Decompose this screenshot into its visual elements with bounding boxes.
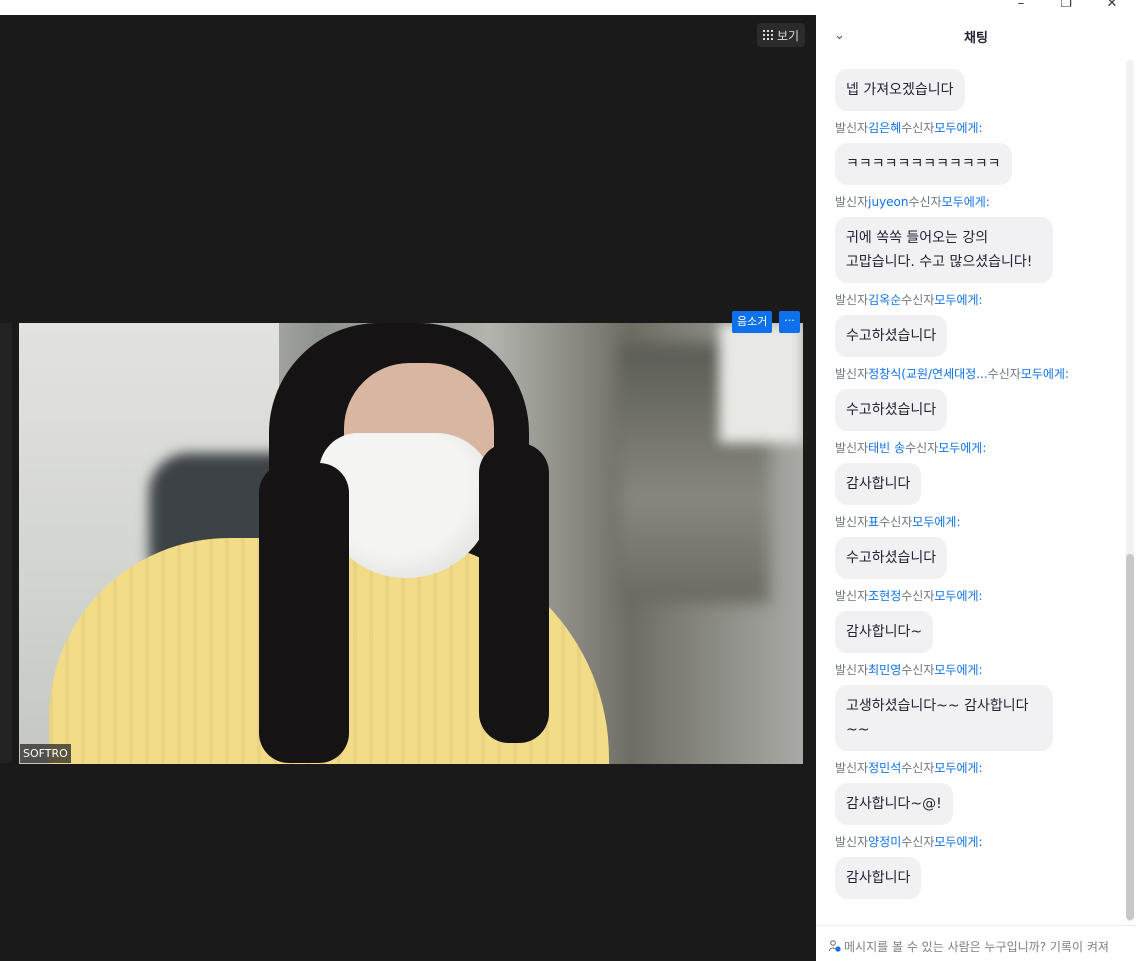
- close-window-button[interactable]: ✕: [1097, 0, 1127, 14]
- participant-hair-side: [479, 443, 549, 743]
- to-label: 수신자: [901, 761, 935, 775]
- to-label: 수신자: [901, 589, 935, 603]
- chat-panel: ⌄ 채팅 넵 가져오겠습니다 발신자김은혜수신자모두에게: ㅋㅋㅋㅋㅋㅋㅋㅋㅋㅋㅋ…: [816, 15, 1136, 961]
- sender-name[interactable]: 김옥순: [868, 293, 901, 307]
- from-label: 발신자: [835, 293, 869, 307]
- chat-message-meta: 발신자김은혜수신자모두에게:: [835, 121, 1122, 135]
- adjacent-video-edge: [0, 323, 12, 763]
- title-bar: – ❐ ✕: [0, 0, 1136, 15]
- chat-footer: 메시지를 볼 수 있는 사람은 누구입니까? 기록이 켜져: [816, 925, 1136, 961]
- recipient-name[interactable]: 모두에게:: [938, 441, 986, 455]
- recipient-name[interactable]: 모두에게:: [934, 761, 982, 775]
- chat-message-bubble: 감사합니다: [835, 463, 922, 505]
- chat-message-meta: 발신자태빈 송수신자모두에게:: [835, 441, 1122, 455]
- recipient-name[interactable]: 모두에게:: [934, 835, 982, 849]
- chat-message-bubble: 고생하셨습니다~~ 감사합니다~~: [835, 685, 1053, 751]
- chat-header: ⌄ 채팅: [816, 15, 1136, 59]
- from-label: 발신자: [835, 515, 869, 529]
- view-button-label: 보기: [777, 28, 800, 43]
- video-area: 보기 SOFTRO: [0, 15, 816, 961]
- recipient-name[interactable]: 모두에게:: [934, 121, 982, 135]
- video-background-window: [719, 323, 803, 443]
- minimize-button[interactable]: –: [1006, 0, 1036, 14]
- chat-message-meta: 발신자김옥순수신자모두에게:: [835, 293, 1122, 307]
- sender-name[interactable]: 정창식(교원/연세대정...: [868, 367, 988, 381]
- sender-name[interactable]: 최민영: [868, 663, 901, 677]
- chat-message-meta: 발신자정민석수신자모두에게:: [835, 761, 1122, 775]
- chat-message-meta: 발신자표수신자모두에게:: [835, 515, 1122, 529]
- people-icon: [829, 940, 841, 952]
- mute-participant-button[interactable]: 음소거: [732, 311, 773, 333]
- recipient-name[interactable]: 모두에게:: [1021, 367, 1069, 381]
- view-button[interactable]: 보기: [757, 23, 806, 47]
- chat-message-meta: 발신자정창식(교원/연세대정...수신자모두에게:: [835, 367, 1122, 381]
- chat-title: 채팅: [964, 31, 988, 46]
- from-label: 발신자: [835, 121, 869, 135]
- sender-name[interactable]: 김은혜: [868, 121, 901, 135]
- chat-message-bubble: 귀에 쏙쏙 들어오는 강의 고맙습니다. 수고 많으셨습니다!: [835, 217, 1053, 283]
- sender-name[interactable]: 양정미: [868, 835, 901, 849]
- to-label: 수신자: [901, 293, 935, 307]
- from-label: 발신자: [835, 663, 869, 677]
- chat-message-meta: 발신자juyeon수신자모두에게:: [835, 195, 1122, 209]
- to-label: 수신자: [901, 663, 935, 677]
- chat-scrollbar[interactable]: [1126, 60, 1134, 922]
- participant-name-tag: SOFTRO: [20, 744, 71, 763]
- participant-video-tile[interactable]: [19, 323, 803, 764]
- chat-message-bubble: 수고하셨습니다: [835, 389, 948, 431]
- chat-message-meta: 발신자조현정수신자모두에게:: [835, 589, 1122, 603]
- chat-message-bubble: 넵 가져오겠습니다: [835, 69, 965, 111]
- chat-message-bubble: 감사합니다: [835, 857, 922, 899]
- sender-name[interactable]: 표: [868, 515, 879, 529]
- to-label: 수신자: [908, 195, 942, 209]
- to-label: 수신자: [901, 121, 935, 135]
- from-label: 발신자: [835, 835, 869, 849]
- sender-name[interactable]: 조현정: [868, 589, 901, 603]
- sender-name[interactable]: 정민석: [868, 761, 901, 775]
- restore-button[interactable]: ❐: [1051, 0, 1081, 14]
- recipient-name[interactable]: 모두에게:: [934, 293, 982, 307]
- chat-message-bubble: 감사합니다~@!: [835, 783, 953, 825]
- to-label: 수신자: [987, 367, 1021, 381]
- chat-scrollbar-thumb[interactable]: [1126, 554, 1134, 920]
- chat-message-bubble: ㅋㅋㅋㅋㅋㅋㅋㅋㅋㅋㅋㅋ: [835, 143, 1012, 185]
- sender-name[interactable]: 태빈 송: [868, 441, 905, 455]
- recipient-name[interactable]: 모두에게:: [934, 589, 982, 603]
- sender-name[interactable]: juyeon: [868, 195, 908, 209]
- grid-view-icon: [763, 30, 773, 40]
- to-label: 수신자: [879, 515, 913, 529]
- from-label: 발신자: [835, 761, 869, 775]
- from-label: 발신자: [835, 589, 869, 603]
- recipient-name[interactable]: 모두에게:: [934, 663, 982, 677]
- chat-message-meta: 발신자양정미수신자모두에게:: [835, 835, 1122, 849]
- chat-message-bubble: 수고하셨습니다: [835, 315, 948, 357]
- from-label: 발신자: [835, 195, 869, 209]
- to-label: 수신자: [905, 441, 939, 455]
- chat-message-bubble: 감사합니다~: [835, 611, 934, 653]
- chat-message-list[interactable]: 넵 가져오겠습니다 발신자김은혜수신자모두에게: ㅋㅋㅋㅋㅋㅋㅋㅋㅋㅋㅋㅋ 발신자j…: [816, 63, 1122, 929]
- participant-hair-front: [259, 463, 349, 763]
- recipient-name[interactable]: 모두에게:: [912, 515, 960, 529]
- chat-message-meta: 발신자최민영수신자모두에게:: [835, 663, 1122, 677]
- from-label: 발신자: [835, 367, 869, 381]
- chat-visibility-notice[interactable]: 메시지를 볼 수 있는 사람은 누구입니까? 기록이 켜져: [844, 938, 1109, 955]
- recipient-name[interactable]: 모두에게:: [942, 195, 990, 209]
- to-label: 수신자: [901, 835, 935, 849]
- more-options-button[interactable]: ···: [779, 311, 800, 333]
- chat-message-bubble: 수고하셨습니다: [835, 537, 948, 579]
- from-label: 발신자: [835, 441, 869, 455]
